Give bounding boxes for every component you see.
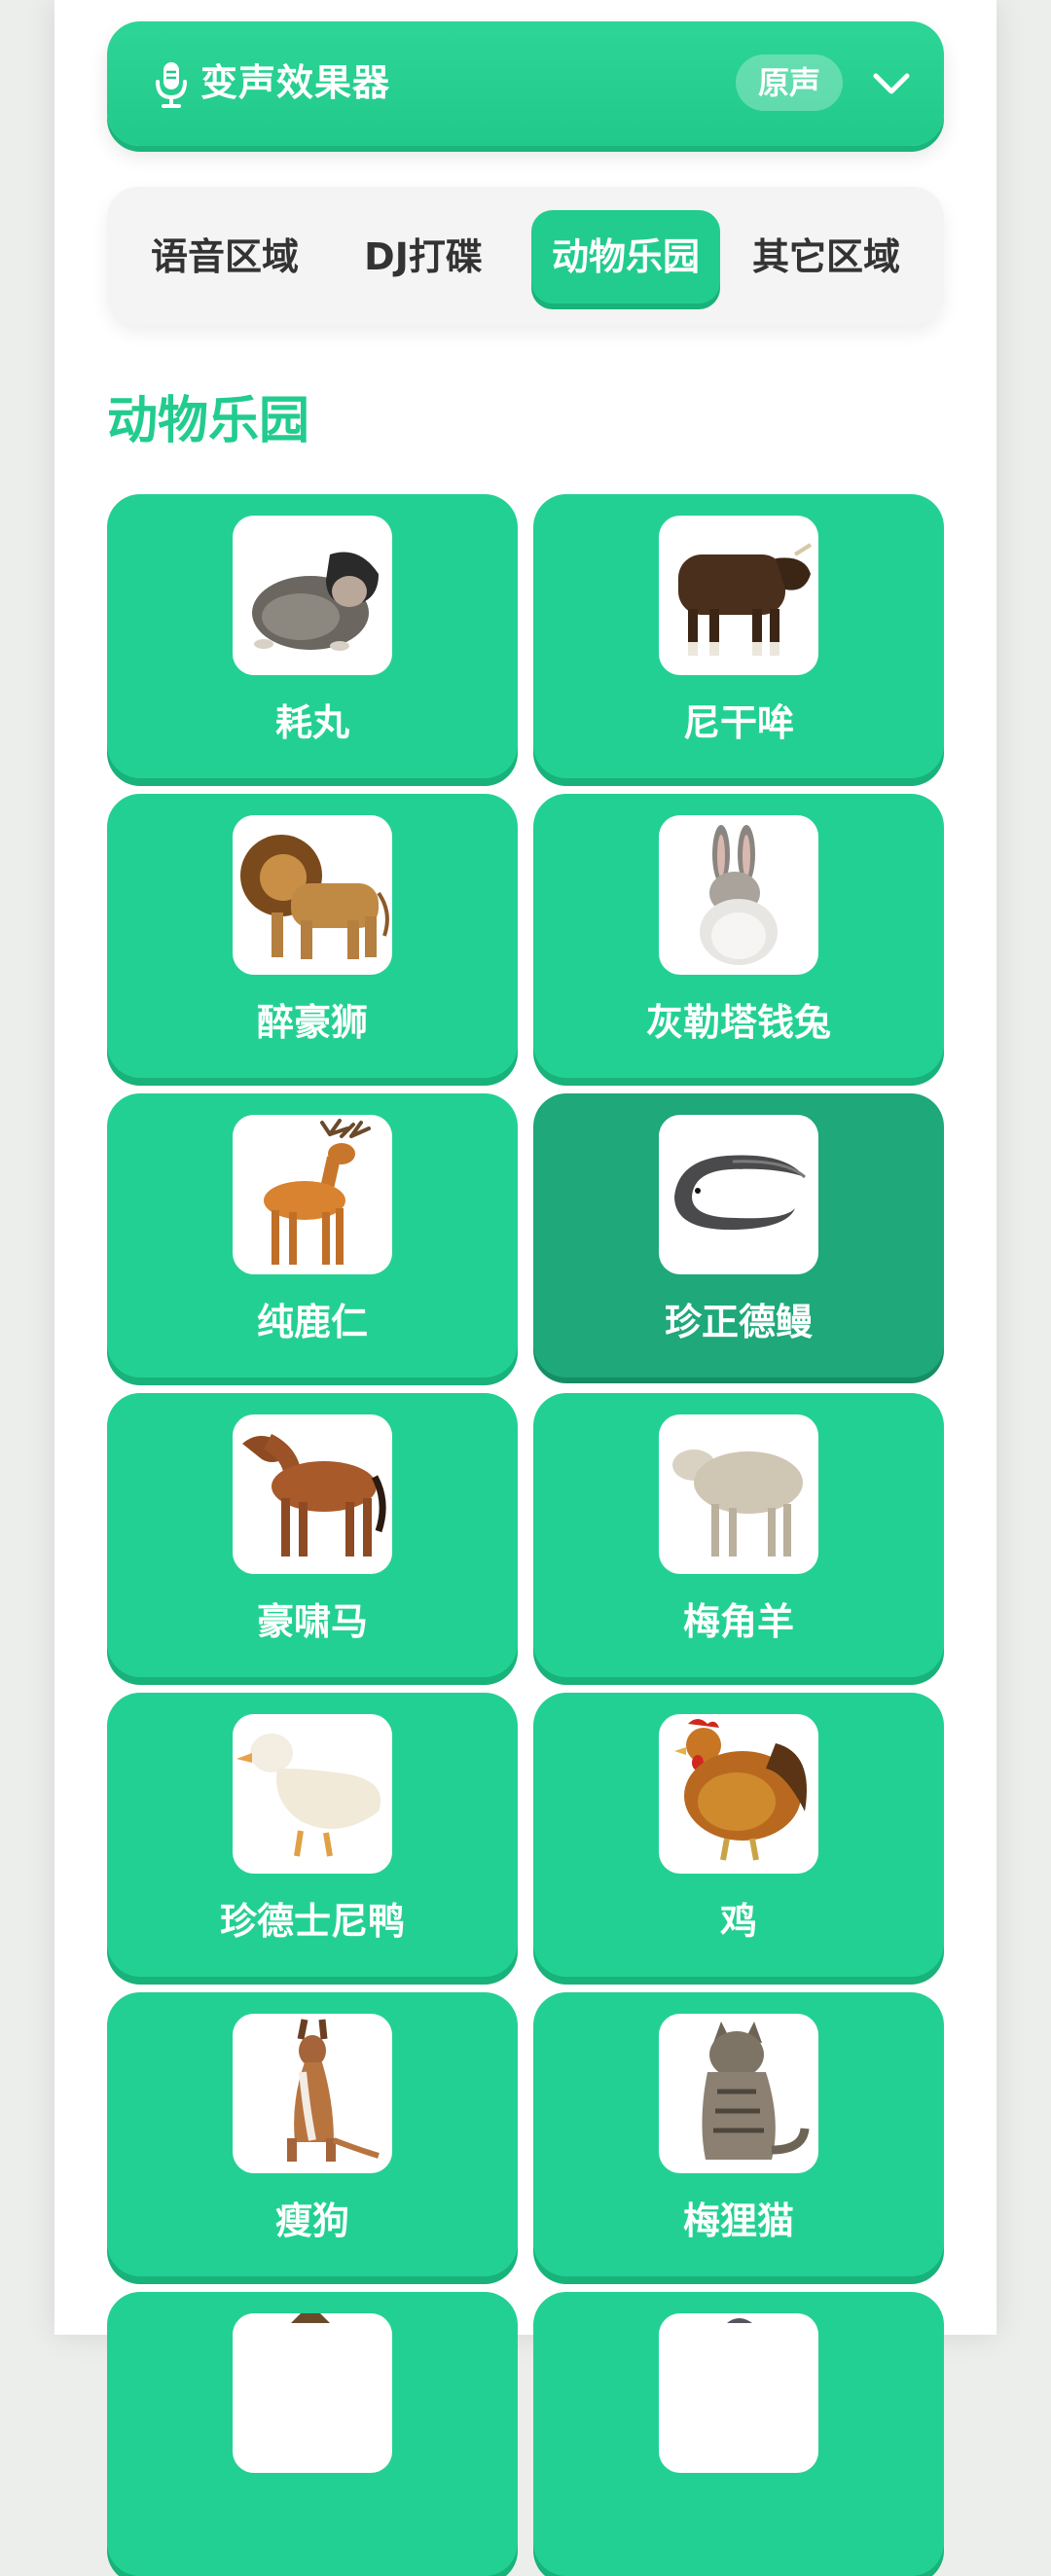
bull-image <box>659 516 818 675</box>
lion-image <box>233 815 392 975</box>
animal-card-label: 梅狸猫 <box>682 2200 794 2242</box>
current-effect-badge: 原声 <box>736 54 843 111</box>
animal-card-label: 梅角羊 <box>682 1600 794 1643</box>
animal-card-label: 珍德士尼鸭 <box>219 1900 405 1943</box>
animal-card-dog[interactable]: 瘦狗 <box>107 1992 518 2276</box>
animal-card-label: 纯鹿仁 <box>256 1301 368 1343</box>
animal-card-label: 灰勒塔钱兔 <box>645 1001 831 1044</box>
animal-card-eel[interactable]: 珍正德鳗 <box>533 1093 944 1377</box>
dog-image <box>233 2014 392 2173</box>
animal-card-hamster[interactable]: 耗丸 <box>107 494 518 778</box>
tab-animal-park[interactable]: 动物乐园 <box>531 210 720 304</box>
header-title: 变声效果器 <box>200 61 391 104</box>
animal-card-label: 耗丸 <box>274 701 349 744</box>
tab-other-area[interactable]: 其它区域 <box>732 210 921 304</box>
animal-card-rabbit[interactable]: 灰勒塔钱兔 <box>533 794 944 1078</box>
animal-card-lion[interactable]: 醉豪狮 <box>107 794 518 1078</box>
voice-changer-header[interactable]: 变声效果器 原声 <box>107 21 944 146</box>
animal-card-horse[interactable]: 豪啸马 <box>107 1393 518 1677</box>
chicken-image <box>659 1714 818 1874</box>
animal-card-duck[interactable]: 珍德士尼鸭 <box>107 1693 518 1977</box>
section-title: 动物乐园 <box>107 392 310 450</box>
animal-card-label: 尼干哞 <box>682 701 794 744</box>
eel-image <box>659 1115 818 1274</box>
category-tabs: 语音区域 DJ打碟 动物乐园 其它区域 <box>107 187 944 325</box>
hamster-image <box>233 516 392 675</box>
partial-card-image <box>233 2313 392 2473</box>
animal-card-chicken[interactable]: 鸡 <box>533 1693 944 1977</box>
animal-card-label: 豪啸马 <box>256 1600 368 1643</box>
animal-card-bull[interactable]: 尼干哞 <box>533 494 944 778</box>
chevron-down-icon[interactable] <box>870 66 913 101</box>
duck-image <box>233 1714 392 1874</box>
partial-card-image <box>659 2313 818 2473</box>
rabbit-image <box>659 815 818 975</box>
animal-card-cat[interactable]: 梅狸猫 <box>533 1992 944 2276</box>
cat-image <box>659 2014 818 2173</box>
animal-card-label: 珍正德鳗 <box>664 1301 813 1343</box>
mic-icon <box>156 62 187 108</box>
tab-voice-area[interactable]: 语音区域 <box>130 210 319 304</box>
horse-image <box>233 1414 392 1574</box>
animal-card-label: 醉豪狮 <box>256 1001 368 1044</box>
animal-card-label: 瘦狗 <box>274 2200 349 2242</box>
animal-card-label: 鸡 <box>719 1900 757 1943</box>
animal-card-deer[interactable]: 纯鹿仁 <box>107 1093 518 1377</box>
animal-card-sheep[interactable]: 梅角羊 <box>533 1393 944 1677</box>
tab-dj[interactable]: DJ打碟 <box>329 210 518 304</box>
deer-image <box>233 1115 392 1274</box>
sheep-image <box>659 1414 818 1574</box>
